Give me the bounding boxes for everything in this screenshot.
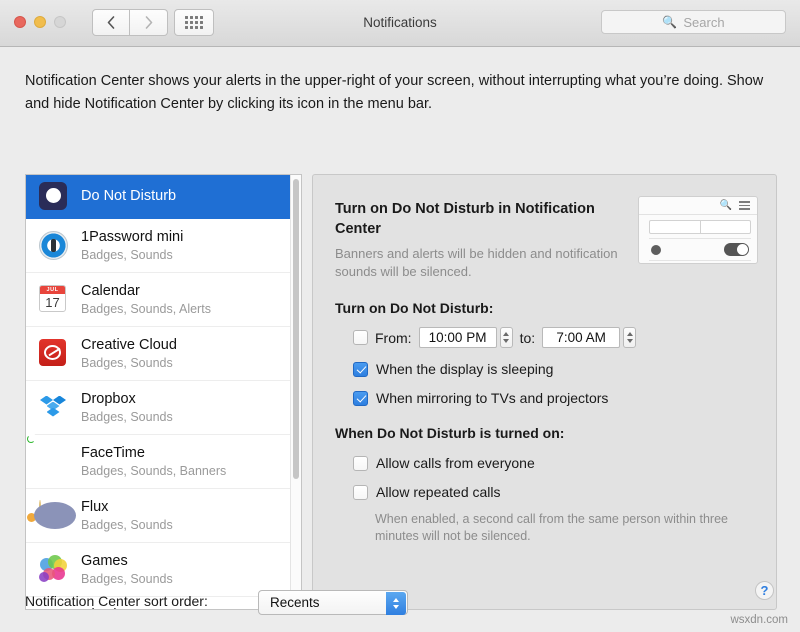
mirroring-row[interactable]: When mirroring to TVs and projectors (353, 390, 608, 406)
notification-center-preview: 🔍 (638, 196, 758, 264)
allow-repeated-calls-checkbox[interactable] (353, 485, 368, 500)
sidebar-item-sublabel: Badges, Sounds (81, 571, 173, 587)
sidebar-item-label: 1Password mini (81, 229, 183, 246)
window-titlebar: Notifications 🔍 Search (0, 0, 800, 47)
panel-subtext: Banners and alerts will be hidden and no… (335, 245, 625, 281)
to-time-stepper-arrows[interactable] (623, 327, 636, 348)
watermark: wsxdn.com (730, 614, 788, 626)
sidebar-item-creative-cloud[interactable]: Creative Cloud Badges, Sounds (26, 327, 301, 381)
display-sleeping-row[interactable]: When the display is sleeping (353, 361, 553, 377)
app-notification-list[interactable]: Do Not Disturb 1Password mini Badges, So… (25, 174, 302, 610)
sidebar-item-label: Flux (81, 499, 173, 516)
schedule-section-title: Turn on Do Not Disturb: (335, 300, 493, 316)
allow-calls-everyone-label: Allow calls from everyone (376, 455, 535, 471)
preview-segmented-control (649, 220, 751, 234)
allow-repeated-calls-row[interactable]: Allow repeated calls (353, 484, 501, 500)
sidebar-item-label: Do Not Disturb (81, 188, 176, 205)
allow-repeated-calls-label: Allow repeated calls (376, 484, 501, 500)
do-not-disturb-settings-panel: Turn on Do Not Disturb in Notification C… (312, 174, 777, 610)
sidebar-scrollbar-thumb[interactable] (293, 179, 299, 479)
sidebar-item-sublabel: Badges, Sounds (81, 409, 173, 425)
to-time-stepper[interactable]: 7:00 AM (542, 327, 636, 348)
sidebar-scrollbar[interactable] (290, 175, 301, 609)
preview-toolbar: 🔍 (639, 197, 757, 215)
calendar-month: JUL (40, 286, 65, 294)
sort-order-dropdown[interactable]: Recents (258, 590, 408, 615)
to-time-field[interactable]: 7:00 AM (542, 327, 620, 348)
sidebar-item-do-not-disturb[interactable]: Do Not Disturb (26, 175, 301, 219)
dropbox-icon (39, 393, 69, 423)
do-not-disturb-moon-icon (39, 182, 69, 212)
help-button[interactable]: ? (755, 581, 774, 600)
from-time-stepper-arrows[interactable] (500, 327, 513, 348)
sidebar-item-label: Games (81, 553, 173, 570)
sidebar-item-calendar[interactable]: JUL 17 Calendar Badges, Sounds, Alerts (26, 273, 301, 327)
sidebar-item-label: Calendar (81, 283, 211, 300)
to-label: to: (520, 330, 536, 346)
flux-icon (39, 501, 69, 531)
chevron-updown-icon (386, 592, 406, 615)
from-time-stepper[interactable]: 10:00 PM (419, 327, 513, 348)
display-sleeping-checkbox[interactable] (353, 362, 368, 377)
repeated-calls-note: When enabled, a second call from the sam… (375, 511, 760, 545)
sidebar-item-sublabel: Badges, Sounds (81, 247, 183, 263)
allow-calls-everyone-row[interactable]: Allow calls from everyone (353, 455, 535, 471)
preference-pane-content: Notification Center shows your alerts in… (0, 47, 800, 632)
sidebar-item-flux[interactable]: Flux Badges, Sounds (26, 489, 301, 543)
sidebar-item-sublabel: Badges, Sounds, Banners (81, 463, 226, 479)
sidebar-item-games[interactable]: Games Badges, Sounds (26, 543, 301, 597)
mirroring-checkbox[interactable] (353, 391, 368, 406)
sidebar-item-sublabel: Badges, Sounds, Alerts (81, 301, 211, 317)
sort-order-label: Notification Center sort order: (25, 593, 208, 609)
sidebar-item-label: Dropbox (81, 391, 173, 408)
from-checkbox[interactable] (353, 330, 368, 345)
search-placeholder: Search (683, 15, 724, 30)
sidebar-item-facetime[interactable]: FaceTime Badges, Sounds, Banners (26, 435, 301, 489)
sidebar-item-label: FaceTime (81, 445, 226, 462)
schedule-time-row: From: 10:00 PM to: 7:00 AM (353, 327, 636, 348)
moon-icon (651, 245, 661, 255)
mirroring-label: When mirroring to TVs and projectors (376, 390, 608, 406)
calendar-icon: JUL 17 (39, 285, 69, 315)
calendar-day: 17 (40, 294, 65, 311)
sidebar-item-label: Creative Cloud (81, 337, 177, 354)
search-icon: 🔍 (662, 16, 677, 28)
search-input[interactable]: 🔍 Search (601, 10, 786, 34)
toggle-switch-on-icon (724, 243, 749, 256)
from-time-field[interactable]: 10:00 PM (419, 327, 497, 348)
when-on-section-title: When Do Not Disturb is turned on: (335, 425, 564, 441)
games-icon (39, 555, 69, 585)
sidebar-item-sublabel: Badges, Sounds (81, 517, 173, 533)
from-label: From: (375, 330, 412, 346)
sort-order-value: Recents (270, 595, 320, 610)
preview-divider (649, 260, 751, 261)
sidebar-item-1password-mini[interactable]: 1Password mini Badges, Sounds (26, 219, 301, 273)
display-sleeping-label: When the display is sleeping (376, 361, 553, 377)
creative-cloud-icon (39, 339, 69, 369)
onepassword-icon (39, 231, 69, 261)
facetime-icon (39, 447, 69, 477)
sidebar-item-sublabel: Badges, Sounds (81, 355, 177, 371)
intro-text: Notification Center shows your alerts in… (25, 70, 777, 116)
list-lines-icon (739, 201, 750, 210)
search-icon: 🔍 (720, 201, 732, 211)
panel-heading: Turn on Do Not Disturb in Notification C… (335, 199, 615, 239)
allow-calls-everyone-checkbox[interactable] (353, 456, 368, 471)
preview-dnd-row (649, 238, 751, 260)
sidebar-item-dropbox[interactable]: Dropbox Badges, Sounds (26, 381, 301, 435)
